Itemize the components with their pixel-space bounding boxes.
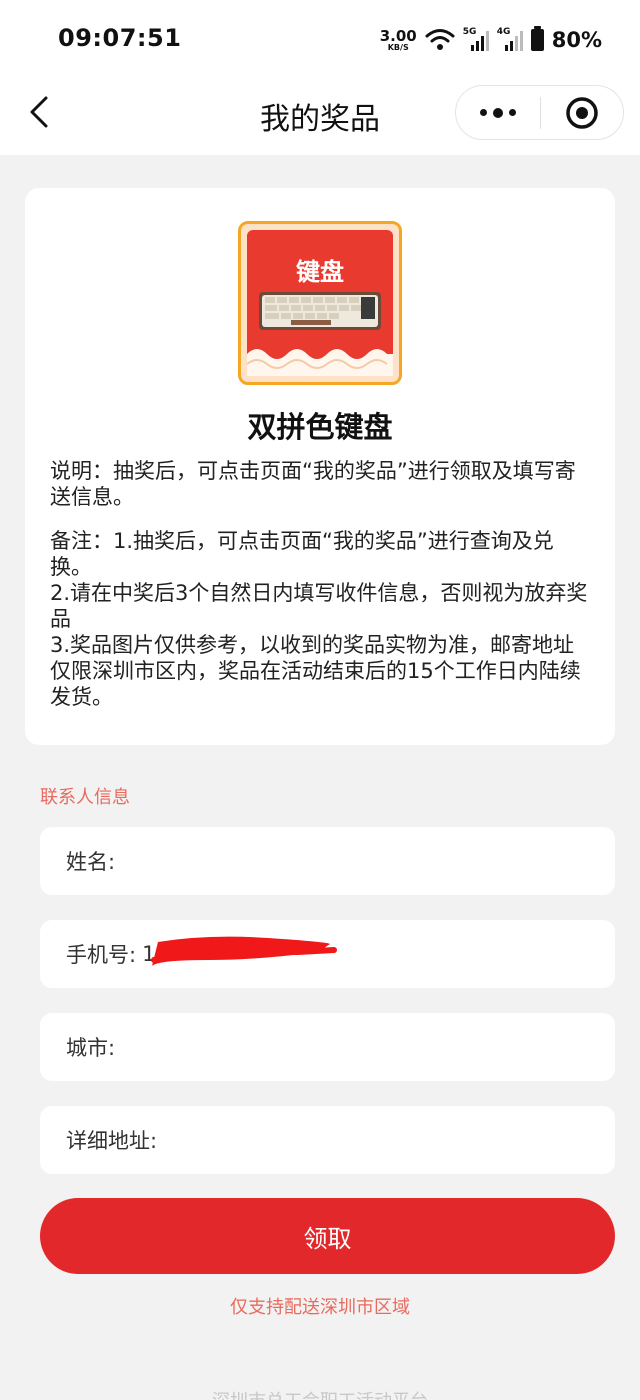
address-label: 详细地址:: [66, 1129, 158, 1153]
more-dot-icon: [509, 109, 516, 116]
close-miniprogram-button[interactable]: [541, 86, 623, 139]
city-field[interactable]: 城市:: [40, 1013, 615, 1081]
city-label: 城市:: [66, 1036, 116, 1060]
prize-image: 键盘: [238, 221, 402, 385]
prize-note-line: 备注：1.抽奖后，可点击页面“我的奖品”进行查询及兑换。: [50, 529, 554, 579]
phone-field[interactable]: 手机号: 1: [40, 920, 615, 988]
prize-note-line: 3.奖品图片仅供参考，以收到的奖品实物为准，邮寄地址仅限深圳市区内，奖品在活动结…: [50, 633, 581, 709]
name-field[interactable]: 姓名:: [40, 827, 615, 895]
prize-image-label: 键盘: [296, 258, 344, 286]
redaction-scribble: [151, 936, 337, 966]
status-time: 09:07:51: [58, 24, 182, 52]
prize-note-line: 2.请在中奖后3个自然日内填写收件信息，否则视为放弃奖品: [50, 581, 588, 631]
contact-section-label: 联系人信息: [40, 787, 130, 808]
claim-button[interactable]: 领取: [40, 1198, 615, 1274]
prize-description: 说明：抽奖后，可点击页面“我的奖品”进行领取及填写寄送信息。: [50, 459, 576, 509]
battery-level: 80%: [551, 28, 602, 52]
network-speed: 3.00 KB/S: [379, 26, 417, 52]
phone-label: 手机号:: [66, 943, 137, 967]
signal-icon-sim1: 5G: [463, 27, 489, 51]
network-speed-value: 3.00: [379, 26, 417, 45]
more-button[interactable]: [456, 86, 540, 139]
name-label: 姓名:: [66, 850, 116, 874]
wifi-icon: [425, 29, 455, 50]
miniprogram-capsule: [455, 85, 624, 140]
footer-platform-name: 深圳市总工会职工活动平台: [0, 1387, 640, 1400]
more-dot-icon: [480, 109, 487, 116]
network-speed-unit: KB/S: [387, 42, 409, 52]
keyboard-image-icon: [246, 230, 393, 376]
address-field[interactable]: 详细地址:: [40, 1106, 615, 1174]
status-bar: 09:07:51 3.00 KB/S 5G 4G 80%: [0, 0, 640, 80]
more-dot-icon: [493, 107, 503, 118]
battery-icon: [530, 26, 544, 51]
prize-notes: 备注：1.抽奖后，可点击页面“我的奖品”进行查询及兑换。 2.请在中奖后3个自然…: [50, 528, 590, 710]
prize-title: 双拼色键盘: [247, 410, 393, 444]
status-icons: 3.00 KB/S 5G 4G 80%: [380, 24, 602, 56]
target-close-icon: [566, 96, 598, 129]
signal-icon-sim2: 4G: [497, 27, 523, 51]
delivery-area-note: 仅支持配送深圳市区域: [230, 1297, 410, 1318]
nav-bar: 我的奖品: [0, 80, 640, 155]
prize-card: 键盘 双拼色键盘 说明：抽奖后，可点击页面“我的奖品”进行领取及填写寄送信息。 …: [25, 188, 615, 745]
